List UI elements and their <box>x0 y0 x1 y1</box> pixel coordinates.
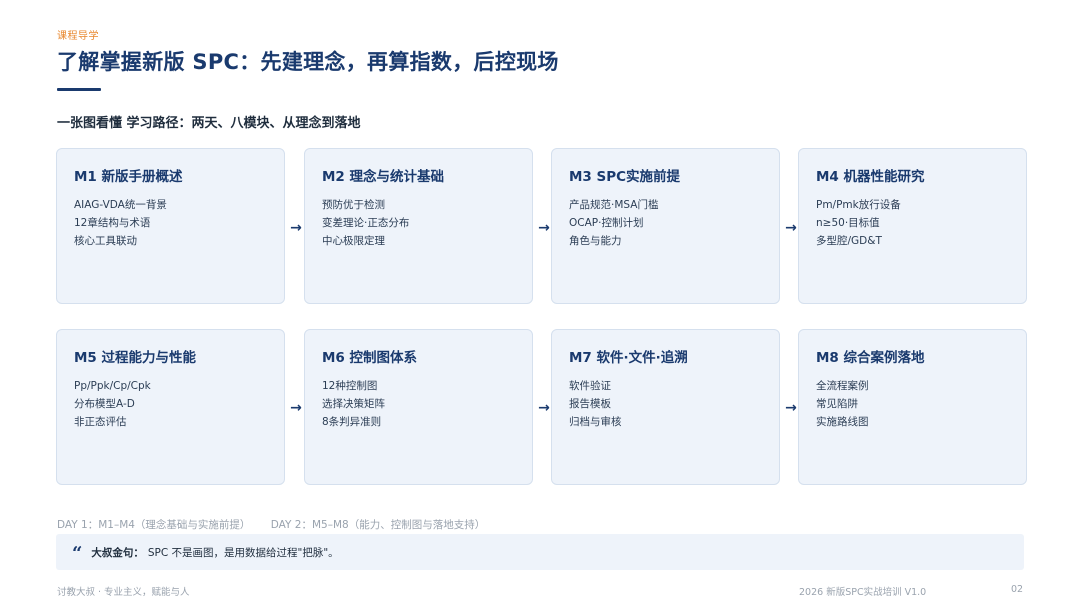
module-line: 角色与能力 <box>569 235 622 247</box>
module-line: 分布模型A-D <box>74 398 135 410</box>
arrow-right-icon: → <box>785 220 797 236</box>
module-line: Pm/Pmk放行设备 <box>816 199 901 211</box>
module-card-m2: M2 理念与统计基础 预防优于检测 变差理论·正态分布 中心极限定理 <box>304 148 533 304</box>
page-title: 了解掌握新版 SPC：先建理念，再算指数，后控现场 <box>57 50 559 74</box>
module-title: M7 软件·文件·追溯 <box>569 350 688 366</box>
module-card-m8: M8 综合案例落地 全流程案例 常见陷阱 实施路线图 <box>798 329 1027 485</box>
module-line: 变差理论·正态分布 <box>322 217 410 229</box>
module-line: 常见陷阱 <box>816 398 858 410</box>
module-title: M3 SPC实施前提 <box>569 169 681 185</box>
page-number: 02 <box>1011 584 1024 595</box>
module-line: 核心工具联动 <box>74 235 137 247</box>
footer-course: 2026 新版SPC实战培训 V1.0 <box>799 587 927 598</box>
day1-label: DAY 1：M1–M4（理念基础与实施前提） <box>57 519 251 531</box>
module-line: 12种控制图 <box>322 380 378 392</box>
module-line: 预防优于检测 <box>322 199 385 211</box>
title-underline <box>57 88 101 91</box>
module-line: 归档与审核 <box>569 416 622 428</box>
module-title: M8 综合案例落地 <box>816 350 925 366</box>
arrow-right-icon: → <box>785 400 797 416</box>
module-card-m5: M5 过程能力与性能 Pp/Ppk/Cp/Cpk 分布模型A-D 非正态评估 <box>56 329 285 485</box>
arrow-right-icon: → <box>538 220 550 236</box>
module-line: 产品规范·MSA门槛 <box>569 199 659 211</box>
module-line: AIAG-VDA统一背景 <box>74 199 167 211</box>
module-card-m6: M6 控制图体系 12种控制图 选择决策矩阵 8条判异准则 <box>304 329 533 485</box>
day-schedule: DAY 1：M1–M4（理念基础与实施前提） DAY 2：M5–M8（能力、控制… <box>57 517 502 532</box>
module-title: M6 控制图体系 <box>322 350 418 366</box>
module-line: 多型腔/GD&T <box>816 235 882 247</box>
section-eyebrow: 课程导学 <box>57 31 99 42</box>
module-line: 12章结构与术语 <box>74 217 151 229</box>
arrow-right-icon: → <box>290 220 302 236</box>
module-title: M4 机器性能研究 <box>816 169 925 185</box>
quote-icon: “ <box>72 543 83 564</box>
module-line: n≥50·目标值 <box>816 217 880 229</box>
module-card-m3: M3 SPC实施前提 产品规范·MSA门槛 OCAP·控制计划 角色与能力 <box>551 148 780 304</box>
quote-text: SPC 不是画图，是用数据给过程"把脉"。 <box>147 546 339 559</box>
arrow-right-icon: → <box>538 400 550 416</box>
module-line: 8条判异准则 <box>322 416 382 428</box>
module-title: M5 过程能力与性能 <box>74 350 197 366</box>
module-line: 全流程案例 <box>816 380 869 392</box>
module-line: 报告模板 <box>569 398 611 410</box>
module-line: OCAP·控制计划 <box>569 217 644 229</box>
day2-label: DAY 2：M5–M8（能力、控制图与落地支持） <box>270 519 486 531</box>
quote-callout: “ 大叔金句： SPC 不是画图，是用数据给过程"把脉"。 <box>56 534 1024 570</box>
module-line: 实施路线图 <box>816 416 869 428</box>
module-line: 非正态评估 <box>74 416 127 428</box>
quote-label: 大叔金句： <box>91 546 144 559</box>
module-line: 选择决策矩阵 <box>322 398 385 410</box>
page-subtitle: 一张图看懂 学习路径：两天、八模块、从理念到落地 <box>57 116 361 131</box>
module-line: Pp/Ppk/Cp/Cpk <box>74 380 151 392</box>
module-card-m1: M1 新版手册概述 AIAG-VDA统一背景 12章结构与术语 核心工具联动 <box>56 148 285 304</box>
module-line: 中心极限定理 <box>322 235 385 247</box>
module-title: M2 理念与统计基础 <box>322 169 445 185</box>
footer-brand: 讨教大叔 · 专业主义，赋能与人 <box>57 587 190 598</box>
module-card-m7: M7 软件·文件·追溯 软件验证 报告模板 归档与审核 <box>551 329 780 485</box>
module-title: M1 新版手册概述 <box>74 169 183 185</box>
module-card-m4: M4 机器性能研究 Pm/Pmk放行设备 n≥50·目标值 多型腔/GD&T <box>798 148 1027 304</box>
module-line: 软件验证 <box>569 380 611 392</box>
arrow-right-icon: → <box>290 400 302 416</box>
